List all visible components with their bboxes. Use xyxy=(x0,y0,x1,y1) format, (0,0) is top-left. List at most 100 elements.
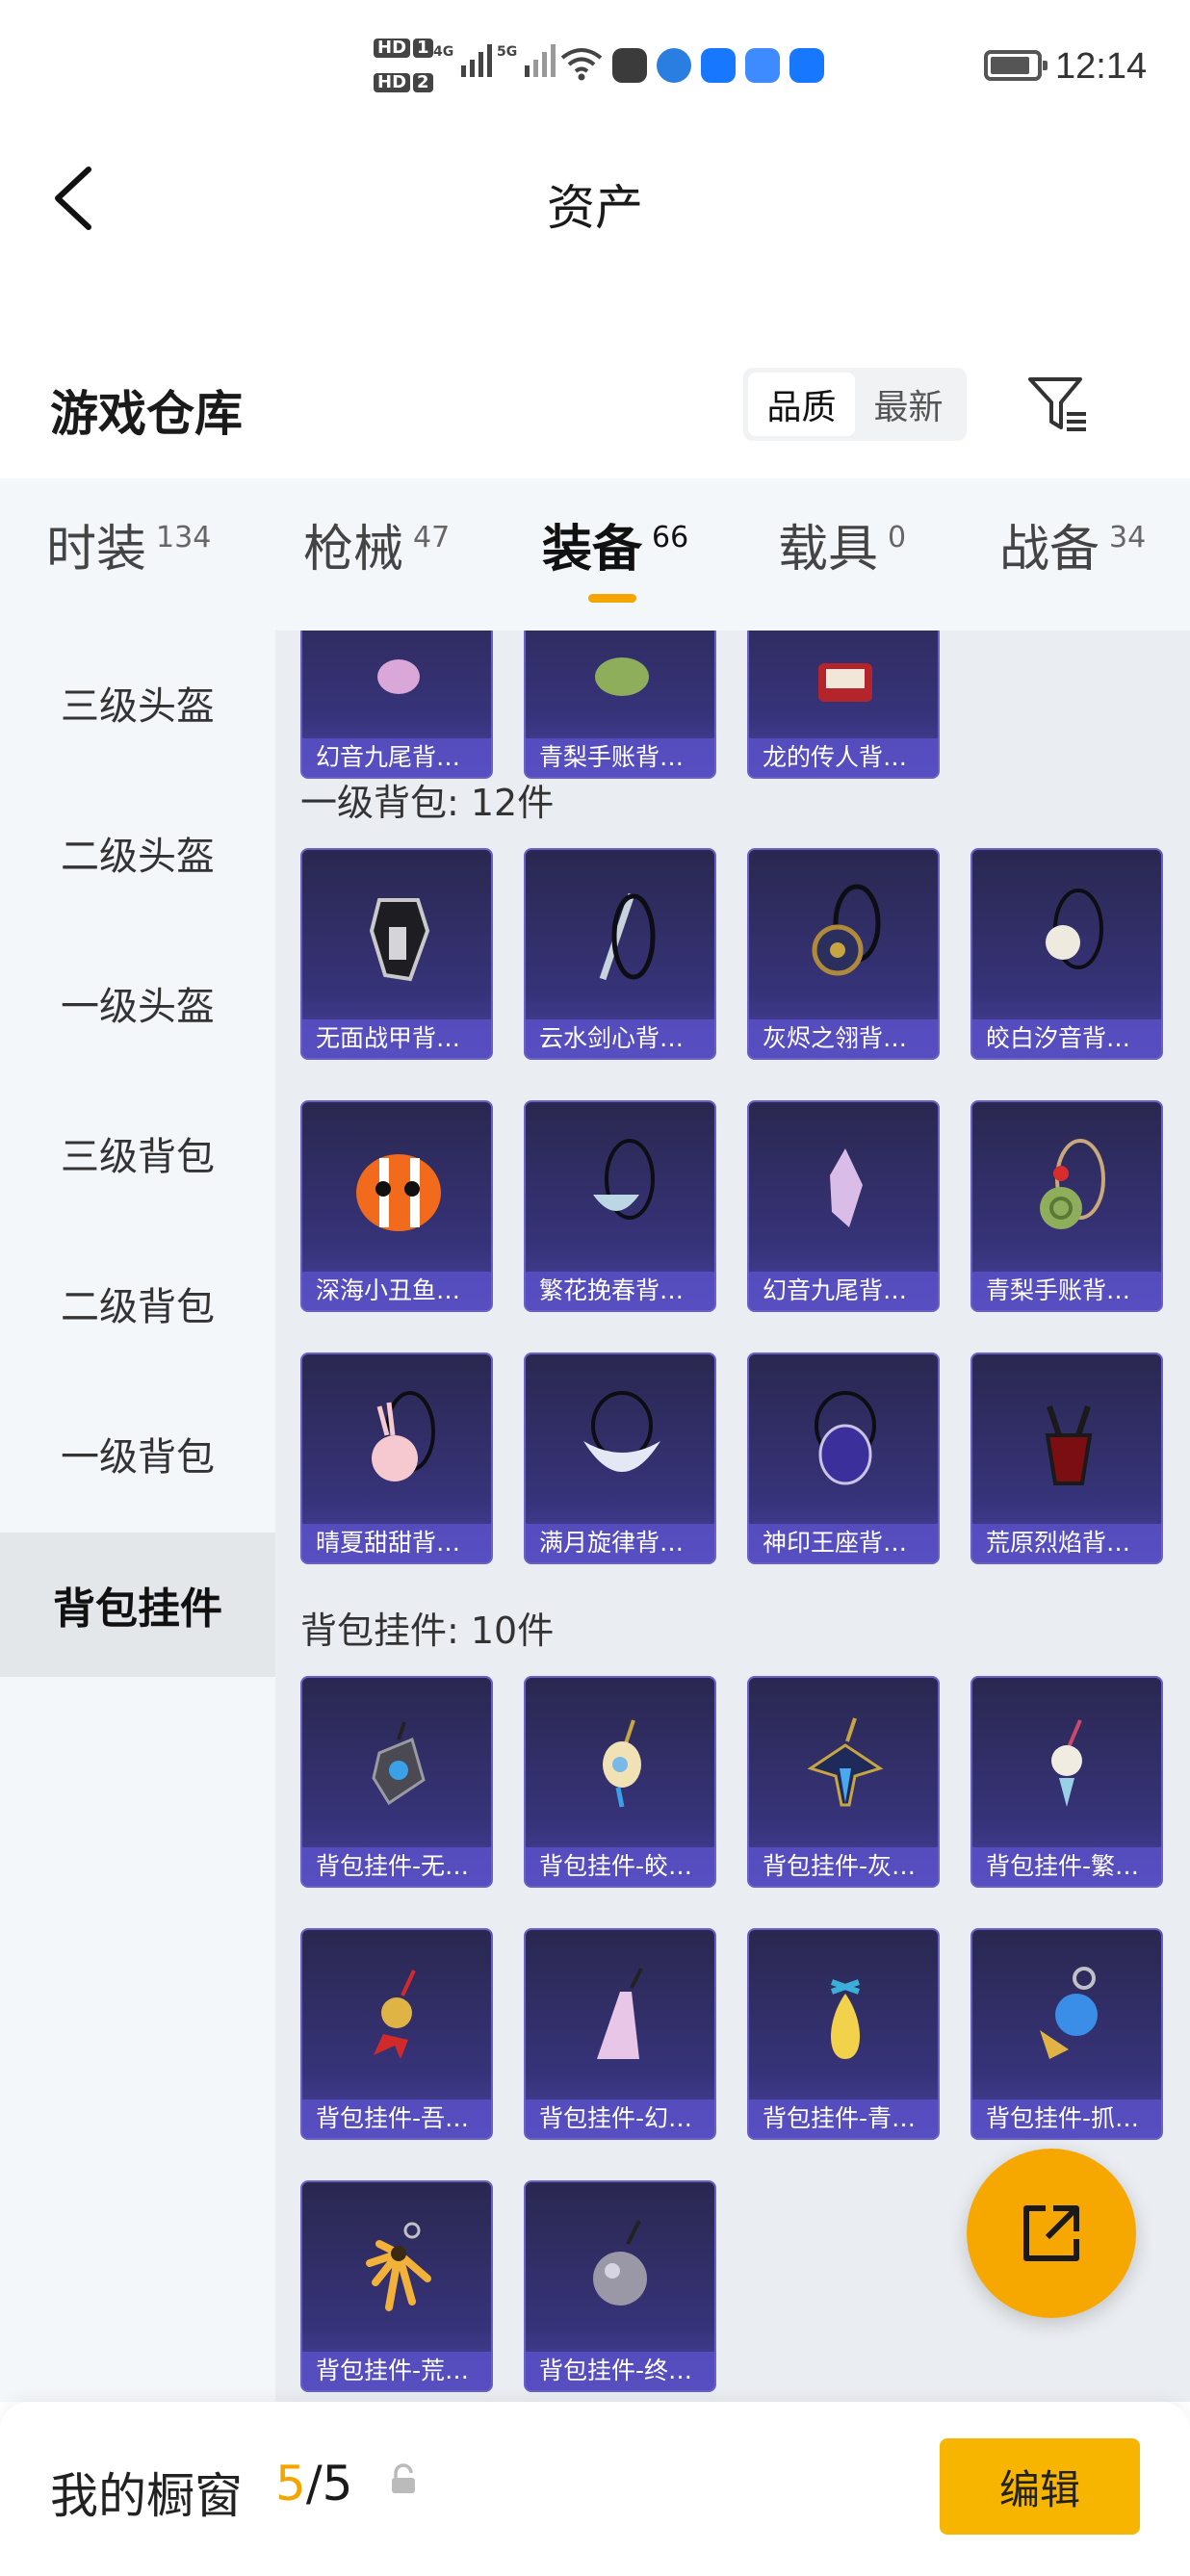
sort-toggle[interactable]: 品质 最新 xyxy=(743,368,967,441)
item-card[interactable]: 背包挂件-灰… xyxy=(747,1676,940,1888)
item-grid: 幻音九尾背… 青梨手账背… 龙的传人背… 一级背包: 12件 无面战甲背… 云水… xyxy=(275,631,1190,2402)
item-name: 晴夏甜甜背… xyxy=(302,1524,491,1562)
status-bar: HD 1 HD 2 4G 5G 12:14 xyxy=(0,0,1190,135)
item-thumbnail xyxy=(356,1154,441,1231)
item-name: 皎白汐音背… xyxy=(972,1019,1161,1058)
item-thumbnail xyxy=(597,1968,643,2059)
item-card[interactable]: 神印王座背… xyxy=(747,1352,940,1564)
item-thumbnail xyxy=(372,1391,435,1481)
sidebar-item-level1-helmet[interactable]: 一级头盔 xyxy=(0,931,275,1075)
item-name: 背包挂件-荒… xyxy=(302,2352,491,2390)
item-card[interactable]: 深海小丑鱼… xyxy=(300,1100,493,1312)
item-name: 背包挂件-灰… xyxy=(749,1847,938,1886)
battery-icon xyxy=(984,50,1048,81)
item-card[interactable]: 背包挂件-青… xyxy=(747,1928,940,2140)
item-thumbnail xyxy=(366,2222,431,2311)
section-title: 游戏仓库 xyxy=(50,386,243,442)
item-card[interactable]: 背包挂件-繁… xyxy=(970,1676,1163,1888)
item-card[interactable]: 背包挂件-幻… xyxy=(524,1928,716,2140)
item-thumbnail xyxy=(815,1391,876,1485)
item-card[interactable]: 龙的传人背… xyxy=(747,631,940,779)
item-card[interactable]: 繁花挽春背… xyxy=(524,1100,716,1312)
item-name: 满月旋律背… xyxy=(526,1524,714,1562)
showcase-count: 5/5 xyxy=(275,2456,352,2512)
item-name: 背包挂件-吾… xyxy=(302,2099,491,2138)
tab-costume[interactable]: 时装 134 xyxy=(46,521,211,579)
bag-app-icon xyxy=(612,48,647,83)
sidebar-item-level3-helmet[interactable]: 三级头盔 xyxy=(0,631,275,775)
group-title-bag-pendant: 背包挂件: 10件 xyxy=(300,1610,555,1652)
item-name: 云水剑心背… xyxy=(526,1019,714,1058)
item-name: 荒原烈焰背… xyxy=(972,1524,1161,1562)
sidebar-item-level1-backpack[interactable]: 一级背包 xyxy=(0,1381,275,1526)
item-thumbnail xyxy=(583,1391,660,1472)
item-card[interactable]: 背包挂件-皎… xyxy=(524,1676,716,1888)
showcase-label: 我的橱窗 xyxy=(50,2468,243,2524)
item-thumbnail xyxy=(818,663,872,702)
item-card[interactable]: 背包挂件-无… xyxy=(300,1676,493,1888)
item-name: 背包挂件-皎… xyxy=(526,1847,714,1886)
item-name: 背包挂件-无… xyxy=(302,1847,491,1886)
sidebar-item-level3-backpack[interactable]: 三级背包 xyxy=(0,1081,275,1225)
item-thumbnail xyxy=(1046,889,1103,969)
item-card[interactable]: 无面战甲背… xyxy=(300,848,493,1060)
active-tab-indicator xyxy=(588,594,636,603)
tab-equipment[interactable]: 装备 66 xyxy=(542,521,688,579)
item-name: 繁花挽春背… xyxy=(526,1272,714,1310)
item-card[interactable]: 荒原烈焰背… xyxy=(970,1352,1163,1564)
item-name: 背包挂件-幻… xyxy=(526,2099,714,2138)
hd2-indicator: HD 2 xyxy=(374,73,436,92)
tab-combat-supplies[interactable]: 战备 34 xyxy=(999,521,1146,579)
item-thumbnail xyxy=(1040,1139,1105,1229)
item-thumbnail xyxy=(807,1717,884,1807)
item-name: 无面战甲背… xyxy=(302,1019,491,1058)
item-thumbnail xyxy=(369,898,430,982)
item-card[interactable]: 背包挂件-终… xyxy=(524,2180,716,2392)
item-name: 青梨手账背… xyxy=(526,738,714,777)
item-card[interactable]: 灰烬之翎背… xyxy=(747,848,940,1060)
item-card[interactable]: 背包挂件-抓… xyxy=(970,1928,1163,2140)
signal-icon: 5G xyxy=(497,44,556,77)
item-name: 幻音九尾背… xyxy=(749,1272,938,1310)
sidebar-item-level2-backpack[interactable]: 二级背包 xyxy=(0,1231,275,1376)
item-card[interactable]: 幻音九尾背… xyxy=(747,1100,940,1312)
bulb-app-icon xyxy=(701,48,736,83)
signal-icon: 4G xyxy=(433,44,493,77)
item-name: 背包挂件-终… xyxy=(526,2352,714,2390)
sort-latest-button[interactable]: 最新 xyxy=(855,373,962,436)
share-external-icon xyxy=(1023,2205,1079,2261)
sidebar-item-level2-helmet[interactable]: 二级头盔 xyxy=(0,781,275,925)
tab-firearms[interactable]: 枪械 47 xyxy=(303,521,450,579)
globe-app-icon xyxy=(657,48,691,83)
item-card[interactable]: 青梨手账背… xyxy=(970,1100,1163,1312)
item-card[interactable]: 晴夏甜甜背… xyxy=(300,1352,493,1564)
item-thumbnail xyxy=(595,657,649,696)
item-thumbnail xyxy=(830,1979,861,2059)
item-card[interactable]: 云水剑心背… xyxy=(524,848,716,1060)
item-name: 神印王座背… xyxy=(749,1524,938,1562)
item-name: 幻音九尾背… xyxy=(302,738,491,777)
item-name: 背包挂件-青… xyxy=(749,2099,938,2138)
item-thumbnail xyxy=(1045,1405,1093,1485)
item-name: 背包挂件-繁… xyxy=(972,1847,1161,1886)
item-card[interactable]: 背包挂件-吾… xyxy=(300,1928,493,2140)
tab-vehicles[interactable]: 载具 0 xyxy=(778,521,906,579)
item-card[interactable]: 满月旋律背… xyxy=(524,1352,716,1564)
clock: 12:14 xyxy=(1055,46,1148,87)
filter-icon[interactable] xyxy=(1026,372,1092,437)
group-title-level1-backpack: 一级背包: 12件 xyxy=(300,782,555,824)
lock-icon xyxy=(392,2463,415,2493)
item-card[interactable]: 青梨手账背… xyxy=(524,631,716,779)
share-button[interactable] xyxy=(967,2149,1136,2318)
edit-button[interactable]: 编辑 xyxy=(940,2438,1140,2535)
bulb-app-icon xyxy=(789,48,824,83)
showcase-bar: 我的橱窗 5/5 编辑 xyxy=(0,2402,1190,2576)
sort-quality-button[interactable]: 品质 xyxy=(748,373,855,436)
item-card[interactable]: 皎白汐音背… xyxy=(970,848,1163,1060)
item-thumbnail xyxy=(374,1970,416,2059)
cloud-app-icon xyxy=(745,48,780,83)
subcategory-sidebar: 三级头盔 二级头盔 一级头盔 三级背包 二级背包 一级背包 背包挂件 xyxy=(0,631,275,2402)
sidebar-item-bag-pendant[interactable]: 背包挂件 xyxy=(0,1533,275,1677)
item-card[interactable]: 背包挂件-荒… xyxy=(300,2180,493,2392)
item-card[interactable]: 幻音九尾背… xyxy=(300,631,493,779)
